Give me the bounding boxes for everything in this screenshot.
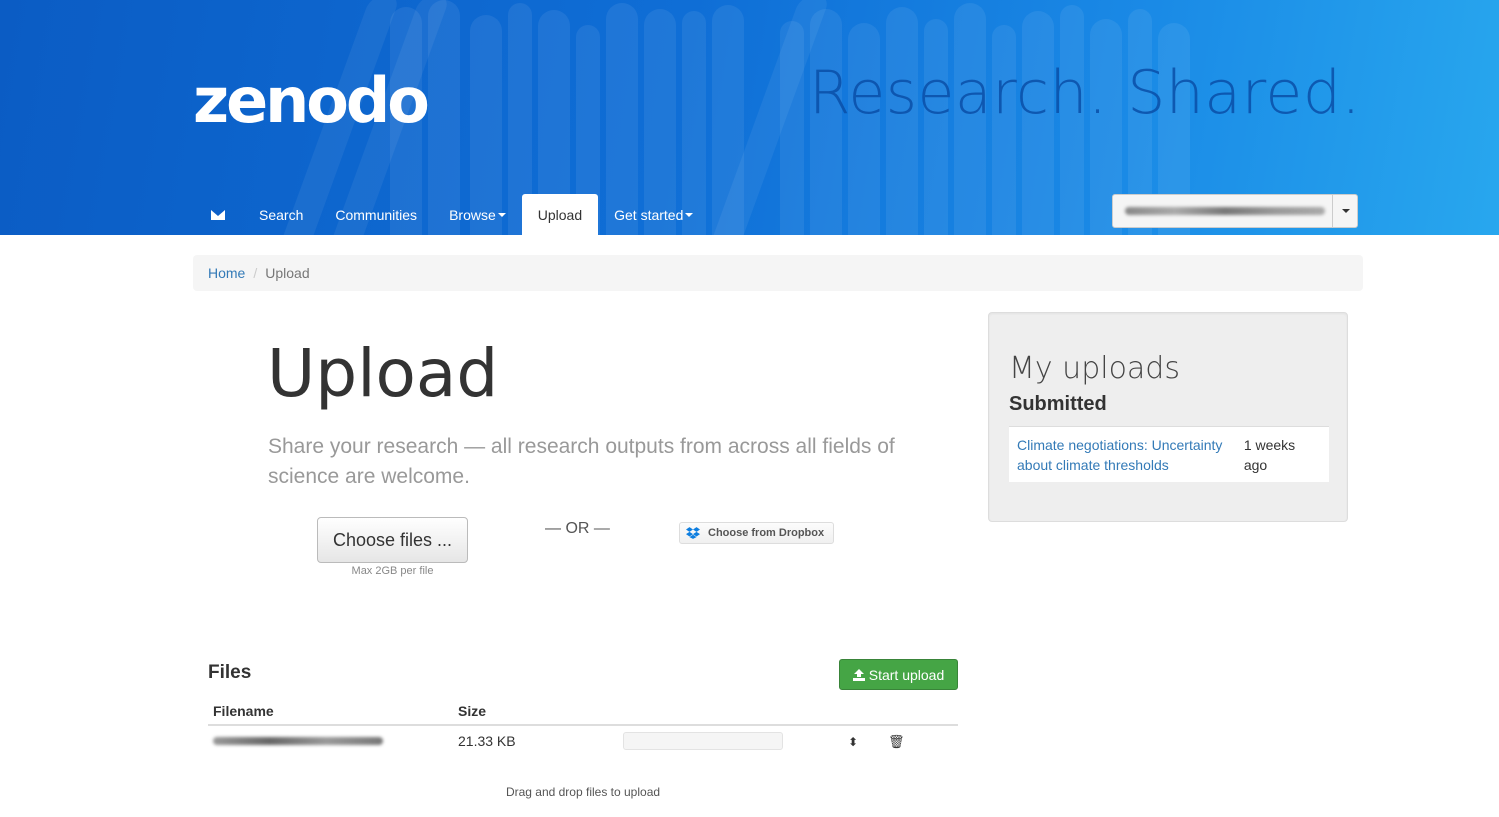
file-actions-cell: 🗑 xyxy=(883,725,958,756)
upload-title-link[interactable]: Climate negotiations: Uncertainty about … xyxy=(1017,435,1244,474)
sort-handle-icon[interactable]: ⬍ xyxy=(848,735,858,749)
caret-down-icon xyxy=(685,212,694,217)
nav-browse[interactable]: Browse xyxy=(433,194,522,235)
nav-communities[interactable]: Communities xyxy=(319,194,433,235)
nav-browse-label: Browse xyxy=(449,206,496,223)
start-upload-button[interactable]: Start upload xyxy=(839,659,958,690)
my-uploads-title: My uploads xyxy=(1009,351,1180,386)
site-header: zenodo Research. Shared. Search Communit… xyxy=(0,0,1499,235)
my-uploads-panel: My uploads Submitted Climate negotiation… xyxy=(988,312,1348,522)
column-size: Size xyxy=(453,698,618,726)
dropbox-button[interactable]: Choose from Dropbox xyxy=(679,522,834,544)
file-size: 21.33 KB xyxy=(458,733,516,749)
start-upload-label: Start upload xyxy=(868,666,945,683)
breadcrumb-home[interactable]: Home xyxy=(208,265,245,281)
column-progress xyxy=(618,698,843,726)
upload-icon xyxy=(852,668,865,681)
submitted-heading: Submitted xyxy=(1009,393,1107,415)
user-email[interactable] xyxy=(1113,195,1332,227)
user-dropdown-toggle[interactable] xyxy=(1332,195,1357,227)
breadcrumb: Home / Upload xyxy=(193,255,1363,291)
trash-icon[interactable]: 🗑 xyxy=(888,734,905,749)
drag-drop-hint: Drag and drop files to upload xyxy=(505,785,661,799)
or-separator: — OR — xyxy=(545,520,610,537)
tagline: Research. Shared. xyxy=(808,58,1361,128)
page-lead: Share your research — all research outpu… xyxy=(268,435,895,488)
dropbox-icon xyxy=(686,527,700,539)
file-sort-cell: ⬍ xyxy=(843,725,883,756)
nav-search-label: Search xyxy=(259,206,304,223)
page-title: Upload xyxy=(267,335,499,412)
upload-date: 1 weeks ago xyxy=(1243,437,1296,473)
choose-files-button[interactable]: Choose files ... xyxy=(317,517,468,563)
user-dropdown[interactable] xyxy=(1112,194,1358,228)
files-table: Filename Size 21.33 KB ⬍ 🗑 xyxy=(208,698,958,756)
redacted-filename xyxy=(213,737,383,745)
nav-messages[interactable] xyxy=(193,194,243,235)
upload-progress-bar xyxy=(623,732,783,750)
nav-communities-label: Communities xyxy=(335,206,418,223)
redacted-email xyxy=(1125,207,1325,215)
file-progress-cell xyxy=(618,725,843,756)
envelope-icon xyxy=(211,209,225,220)
column-filename: Filename xyxy=(208,698,453,726)
nav-upload[interactable]: Upload xyxy=(521,194,599,235)
caret-down-icon xyxy=(497,212,506,217)
file-name-cell xyxy=(208,725,453,756)
breadcrumb-separator: / xyxy=(253,265,258,281)
column-sort xyxy=(843,698,883,726)
nav-upload-label: Upload xyxy=(537,206,583,223)
nav-get-started-label: Get started xyxy=(614,206,684,223)
main-nav: Search Communities Browse Upload Get sta… xyxy=(193,194,709,235)
max-size-note: Max 2GB per file xyxy=(351,565,434,577)
files-heading: Files xyxy=(208,662,252,683)
dropbox-label: Choose from Dropbox xyxy=(708,527,825,539)
list-item: Climate negotiations: Uncertainty about … xyxy=(1009,426,1329,482)
table-row: 21.33 KB ⬍ 🗑 xyxy=(208,725,958,756)
caret-down-icon xyxy=(1342,209,1350,213)
nav-get-started[interactable]: Get started xyxy=(598,194,709,235)
column-actions xyxy=(883,698,958,726)
files-header-row: Filename Size xyxy=(208,698,958,726)
nav-search[interactable]: Search xyxy=(243,194,319,235)
breadcrumb-current: Upload xyxy=(265,265,310,281)
zenodo-logo[interactable]: zenodo xyxy=(193,70,430,132)
